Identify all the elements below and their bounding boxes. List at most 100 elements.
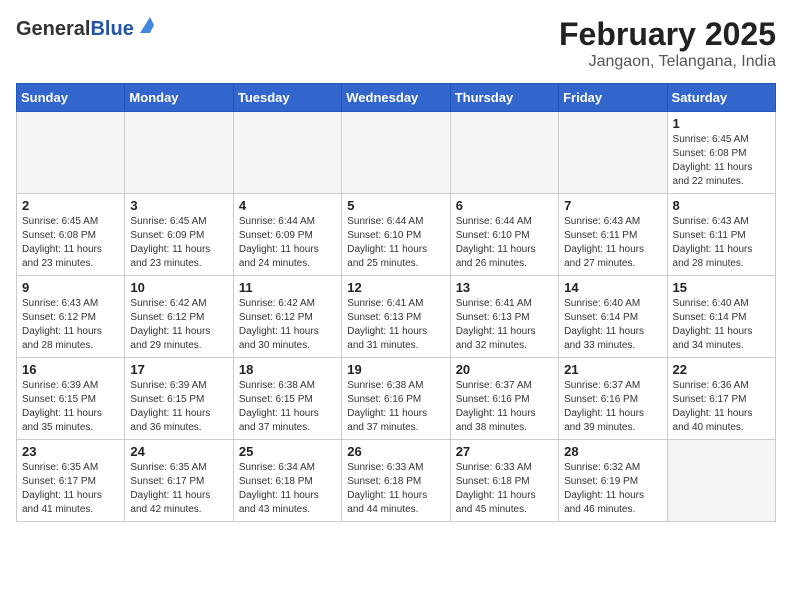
day-info: Sunrise: 6:38 AM Sunset: 6:16 PM Dayligh… [347,379,444,435]
calendar-day-cell [450,112,558,194]
day-number: 1 [673,116,770,131]
day-number: 11 [239,280,336,295]
day-number: 8 [673,198,770,213]
day-number: 12 [347,280,444,295]
day-info: Sunrise: 6:44 AM Sunset: 6:10 PM Dayligh… [456,215,553,271]
day-info: Sunrise: 6:39 AM Sunset: 6:15 PM Dayligh… [22,379,119,435]
calendar-day-cell [233,112,341,194]
day-info: Sunrise: 6:42 AM Sunset: 6:12 PM Dayligh… [130,297,227,353]
calendar-day-cell: 24 Sunrise: 6:35 AM Sunset: 6:17 PM Dayli… [125,440,233,522]
day-number: 18 [239,362,336,377]
calendar-day-cell: 8 Sunrise: 6:43 AM Sunset: 6:11 PM Daylig… [667,194,775,276]
calendar-day-cell: 12Sunrise: 6:41 AM Sunset: 6:13 PM Dayli… [342,276,450,358]
calendar-day-cell: 9 Sunrise: 6:43 AM Sunset: 6:12 PM Daylig… [17,276,125,358]
calendar-week-row: 1 Sunrise: 6:45 AM Sunset: 6:08 PM Daylig… [17,112,776,194]
header-row: SundayMondayTuesdayWednesdayThursdayFrid… [17,84,776,112]
day-info: Sunrise: 6:36 AM Sunset: 6:17 PM Dayligh… [673,379,770,435]
title-section: February 2025 Jangaon, Telangana, India [559,16,776,71]
calendar-day-cell: 4 Sunrise: 6:44 AM Sunset: 6:09 PM Daylig… [233,194,341,276]
weekday-header: Wednesday [342,84,450,112]
day-info: Sunrise: 6:45 AM Sunset: 6:08 PM Dayligh… [22,215,119,271]
day-info: Sunrise: 6:42 AM Sunset: 6:12 PM Dayligh… [239,297,336,353]
day-number: 22 [673,362,770,377]
calendar-day-cell: 3 Sunrise: 6:45 AM Sunset: 6:09 PM Daylig… [125,194,233,276]
day-number: 16 [22,362,119,377]
calendar-day-cell: 13Sunrise: 6:41 AM Sunset: 6:13 PM Dayli… [450,276,558,358]
day-number: 23 [22,444,119,459]
day-info: Sunrise: 6:32 AM Sunset: 6:19 PM Dayligh… [564,461,661,517]
weekday-header: Thursday [450,84,558,112]
day-number: 20 [456,362,553,377]
day-number: 3 [130,198,227,213]
day-info: Sunrise: 6:43 AM Sunset: 6:12 PM Dayligh… [22,297,119,353]
calendar-day-cell: 6 Sunrise: 6:44 AM Sunset: 6:10 PM Daylig… [450,194,558,276]
day-info: Sunrise: 6:38 AM Sunset: 6:15 PM Dayligh… [239,379,336,435]
day-number: 21 [564,362,661,377]
calendar-day-cell: 26 Sunrise: 6:33 AM Sunset: 6:18 PM Dayli… [342,440,450,522]
day-info: Sunrise: 6:40 AM Sunset: 6:14 PM Dayligh… [564,297,661,353]
calendar-week-row: 16 Sunrise: 6:39 AM Sunset: 6:15 PM Dayli… [17,358,776,440]
calendar-day-cell: 7Sunrise: 6:43 AM Sunset: 6:11 PM Daylig… [559,194,667,276]
calendar-day-cell: 21 Sunrise: 6:37 AM Sunset: 6:16 PM Dayli… [559,358,667,440]
day-number: 5 [347,198,444,213]
day-info: Sunrise: 6:35 AM Sunset: 6:17 PM Dayligh… [130,461,227,517]
calendar-day-cell [125,112,233,194]
month-title: February 2025 [559,16,776,53]
weekday-header: Sunday [17,84,125,112]
calendar-day-cell: 10 Sunrise: 6:42 AM Sunset: 6:12 PM Dayli… [125,276,233,358]
calendar-day-cell: 1 Sunrise: 6:45 AM Sunset: 6:08 PM Daylig… [667,112,775,194]
day-info: Sunrise: 6:44 AM Sunset: 6:09 PM Dayligh… [239,215,336,271]
weekday-header: Monday [125,84,233,112]
calendar-week-row: 9 Sunrise: 6:43 AM Sunset: 6:12 PM Daylig… [17,276,776,358]
calendar-day-cell: 17Sunrise: 6:39 AM Sunset: 6:15 PM Dayli… [125,358,233,440]
calendar-day-cell: 28 Sunrise: 6:32 AM Sunset: 6:19 PM Dayli… [559,440,667,522]
day-info: Sunrise: 6:44 AM Sunset: 6:10 PM Dayligh… [347,215,444,271]
day-info: Sunrise: 6:40 AM Sunset: 6:14 PM Dayligh… [673,297,770,353]
day-number: 6 [456,198,553,213]
day-info: Sunrise: 6:33 AM Sunset: 6:18 PM Dayligh… [347,461,444,517]
day-info: Sunrise: 6:34 AM Sunset: 6:18 PM Dayligh… [239,461,336,517]
calendar-day-cell: 14 Sunrise: 6:40 AM Sunset: 6:14 PM Dayli… [559,276,667,358]
day-info: Sunrise: 6:35 AM Sunset: 6:17 PM Dayligh… [22,461,119,517]
day-info: Sunrise: 6:45 AM Sunset: 6:09 PM Dayligh… [130,215,227,271]
calendar-day-cell: 11 Sunrise: 6:42 AM Sunset: 6:12 PM Dayli… [233,276,341,358]
calendar-week-row: 2Sunrise: 6:45 AM Sunset: 6:08 PM Daylig… [17,194,776,276]
day-number: 24 [130,444,227,459]
calendar-day-cell: 22 Sunrise: 6:36 AM Sunset: 6:17 PM Dayli… [667,358,775,440]
logo-icon [136,17,154,35]
weekday-header: Saturday [667,84,775,112]
logo: GeneralBlue [16,16,154,40]
day-number: 19 [347,362,444,377]
calendar-day-cell [342,112,450,194]
day-number: 27 [456,444,553,459]
calendar-day-cell: 16 Sunrise: 6:39 AM Sunset: 6:15 PM Dayli… [17,358,125,440]
day-number: 14 [564,280,661,295]
day-info: Sunrise: 6:33 AM Sunset: 6:18 PM Dayligh… [456,461,553,517]
calendar-table: SundayMondayTuesdayWednesdayThursdayFrid… [16,83,776,522]
day-number: 10 [130,280,227,295]
day-info: Sunrise: 6:37 AM Sunset: 6:16 PM Dayligh… [564,379,661,435]
day-info: Sunrise: 6:45 AM Sunset: 6:08 PM Dayligh… [673,133,770,189]
day-number: 7 [564,198,661,213]
day-number: 9 [22,280,119,295]
day-number: 28 [564,444,661,459]
calendar-day-cell: 27 Sunrise: 6:33 AM Sunset: 6:18 PM Dayli… [450,440,558,522]
calendar-day-cell: 19 Sunrise: 6:38 AM Sunset: 6:16 PM Dayli… [342,358,450,440]
calendar-day-cell: 20Sunrise: 6:37 AM Sunset: 6:16 PM Dayli… [450,358,558,440]
logo-general: GeneralBlue [16,16,134,40]
calendar-day-cell [667,440,775,522]
calendar-day-cell: 18 Sunrise: 6:38 AM Sunset: 6:15 PM Dayli… [233,358,341,440]
calendar-day-cell [559,112,667,194]
day-info: Sunrise: 6:41 AM Sunset: 6:13 PM Dayligh… [456,297,553,353]
weekday-header: Tuesday [233,84,341,112]
location: Jangaon, Telangana, India [559,53,776,71]
calendar-day-cell: 25Sunrise: 6:34 AM Sunset: 6:18 PM Dayli… [233,440,341,522]
day-number: 26 [347,444,444,459]
calendar-day-cell [17,112,125,194]
page-header: GeneralBlue February 2025 Jangaon, Telan… [16,16,776,71]
calendar-day-cell: 15Sunrise: 6:40 AM Sunset: 6:14 PM Dayli… [667,276,775,358]
day-info: Sunrise: 6:43 AM Sunset: 6:11 PM Dayligh… [673,215,770,271]
calendar-week-row: 23 Sunrise: 6:35 AM Sunset: 6:17 PM Dayli… [17,440,776,522]
day-number: 4 [239,198,336,213]
calendar-day-cell: 5 Sunrise: 6:44 AM Sunset: 6:10 PM Daylig… [342,194,450,276]
